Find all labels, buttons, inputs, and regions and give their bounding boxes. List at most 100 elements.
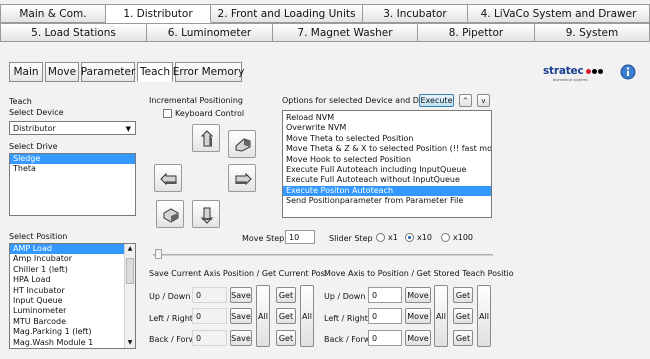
list-item[interactable]: HPA Load [10, 275, 135, 285]
subtab-teach[interactable]: Teach [137, 62, 173, 82]
list-item[interactable]: Theta [10, 164, 135, 174]
save-row-label: Left / Right [149, 314, 193, 323]
tab-luminometer[interactable]: 6. Luminometer [147, 23, 273, 42]
arrow-down-icon [200, 207, 214, 224]
position-list-scrollbar[interactable]: ▲ ▼ [124, 244, 135, 348]
get-stored-up-down-button[interactable]: Get [453, 287, 473, 303]
subtab-parameter[interactable]: Parameter [81, 62, 135, 82]
move-up-down-field[interactable]: 0 [368, 287, 402, 303]
subtab-move[interactable]: Move [45, 62, 79, 82]
list-item[interactable]: Execute Full Autoteach including InputQu… [283, 165, 491, 175]
incremental-section-title: Incremental Positioning [149, 96, 243, 105]
list-item[interactable]: Input Queue [10, 296, 135, 306]
list-item[interactable]: Execute Positon Autoteach [283, 185, 491, 197]
subtab-main[interactable]: Main [9, 62, 43, 82]
step-slider-track[interactable] [153, 254, 493, 256]
save-all-button[interactable]: All [256, 285, 270, 347]
radio-x10[interactable]: x10 [405, 233, 432, 242]
option-up-button[interactable]: ^ [459, 94, 472, 107]
move-section-title: Move Axis to Position / Get Stored Teach… [324, 269, 514, 278]
list-item[interactable]: Execute Full Autoteach without InputQueu… [283, 175, 491, 185]
tab-incubator[interactable]: 3. Incubator [363, 4, 468, 23]
tab-distributor[interactable]: 1. Distributor [106, 4, 211, 23]
save-left-right-value: 0 [192, 308, 227, 324]
save-up-down-button[interactable]: Save [230, 287, 252, 303]
slider-step-label: Slider Step [329, 234, 373, 243]
logo-dot-red [586, 69, 591, 74]
list-item[interactable]: Reload NVM [283, 113, 491, 123]
move-down-button[interactable] [192, 200, 220, 228]
move-step-field[interactable]: 10 [285, 230, 315, 244]
move-all-button[interactable]: All [434, 285, 448, 347]
move-left-right-button[interactable]: Move [405, 308, 431, 324]
move-down-left-button[interactable] [156, 200, 184, 228]
list-item[interactable]: Amp Incubator [10, 254, 135, 264]
radio-x10-label: x10 [417, 233, 432, 242]
list-item[interactable]: Mag.Wash Module 1 [10, 338, 135, 348]
logo-text: stratec [543, 65, 584, 77]
get-all-current-button[interactable]: All [300, 285, 314, 347]
list-item[interactable]: Move Hook to selected Position [283, 155, 491, 165]
move-left-right-field[interactable]: 0 [368, 308, 402, 324]
get-stored-back-forw-button[interactable]: Get [453, 330, 473, 346]
list-item[interactable]: Overwrite NVM [283, 123, 491, 133]
get-stored-all-button[interactable]: All [477, 285, 491, 347]
subtab-error-memory[interactable]: Error Memory [173, 62, 244, 82]
list-item[interactable]: Move Theta to selected Position [283, 134, 491, 144]
scroll-thumb[interactable] [126, 258, 134, 284]
radio-x1[interactable]: x1 [376, 233, 398, 242]
select-device-label: Select Device [9, 108, 64, 117]
arrow-up-icon [200, 130, 214, 147]
list-item[interactable]: Luminometer [10, 306, 135, 316]
move-back-forw-field[interactable]: 0 [368, 330, 402, 346]
list-item[interactable]: HT Incubator [10, 286, 135, 296]
save-left-right-button[interactable]: Save [230, 308, 252, 324]
select-position-label: Select Position [9, 232, 68, 241]
list-item[interactable]: Sledge [10, 154, 135, 165]
keyboard-control-checkbox[interactable] [163, 109, 172, 118]
tab-main-com[interactable]: Main & Com. [0, 4, 106, 23]
list-item[interactable]: MTU Barcode [10, 317, 135, 327]
get-left-right-button[interactable]: Get [276, 308, 296, 324]
options-list[interactable]: Reload NVM Overwrite NVM Move Theta to s… [282, 110, 492, 218]
save-back-forw-value: 0 [192, 330, 227, 346]
list-item[interactable]: Chiller 1 (left) [10, 265, 135, 275]
move-up-right-button[interactable] [228, 130, 256, 158]
execute-button[interactable]: Execute [419, 94, 454, 107]
move-back-forw-button[interactable]: Move [405, 330, 431, 346]
get-back-forw-button[interactable]: Get [276, 330, 296, 346]
get-stored-left-right-button[interactable]: Get [453, 308, 473, 324]
list-item[interactable]: AMP Load [10, 244, 124, 255]
main-tab-row-2: 5. Load Stations 6. Luminometer 7. Magne… [0, 23, 650, 42]
move-up-down-button[interactable]: Move [405, 287, 431, 303]
tab-pipettor[interactable]: 8. Pipettor [418, 23, 535, 42]
get-up-down-button[interactable]: Get [276, 287, 296, 303]
move-step-label: Move Step [242, 234, 285, 243]
move-left-button[interactable] [154, 164, 182, 192]
move-row-label: Up / Down [324, 292, 366, 301]
tab-livaco-system-drawer[interactable]: 4. LiVaCo System and Drawer [468, 4, 650, 23]
tab-front-loading-units[interactable]: 2. Front and Loading Units [211, 4, 363, 23]
save-row-label: Up / Down [149, 292, 191, 301]
arrow-right-icon [235, 172, 252, 186]
step-slider-thumb[interactable] [155, 249, 162, 259]
drive-list[interactable]: Sledge Theta [9, 153, 136, 216]
radio-x100[interactable]: x100 [441, 233, 473, 242]
move-right-button[interactable] [228, 164, 256, 192]
tab-magnet-washer[interactable]: 7. Magnet Washer [273, 23, 418, 42]
logo-subtext: biomedical systems [553, 78, 588, 82]
arrow-diagonal-icon [235, 138, 251, 152]
info-icon[interactable] [620, 64, 636, 80]
tab-load-stations[interactable]: 5. Load Stations [0, 23, 147, 42]
device-select[interactable]: Distributor ▼ [9, 121, 136, 135]
scroll-up-icon[interactable]: ▲ [126, 245, 134, 253]
tab-system[interactable]: 9. System [535, 23, 650, 42]
list-item[interactable]: Mag.Parking 1 (left) [10, 327, 135, 337]
save-back-forw-button[interactable]: Save [230, 330, 252, 346]
move-up-button[interactable] [192, 124, 220, 152]
position-list[interactable]: AMP Load Amp Incubator Chiller 1 (left) … [9, 243, 136, 349]
scroll-down-icon[interactable]: ▼ [126, 339, 134, 347]
option-down-button[interactable]: v [477, 94, 490, 107]
list-item[interactable]: Move Theta & Z & X to selected Position … [283, 144, 491, 154]
list-item[interactable]: Send Positionparameter from Parameter Fi… [283, 196, 491, 206]
